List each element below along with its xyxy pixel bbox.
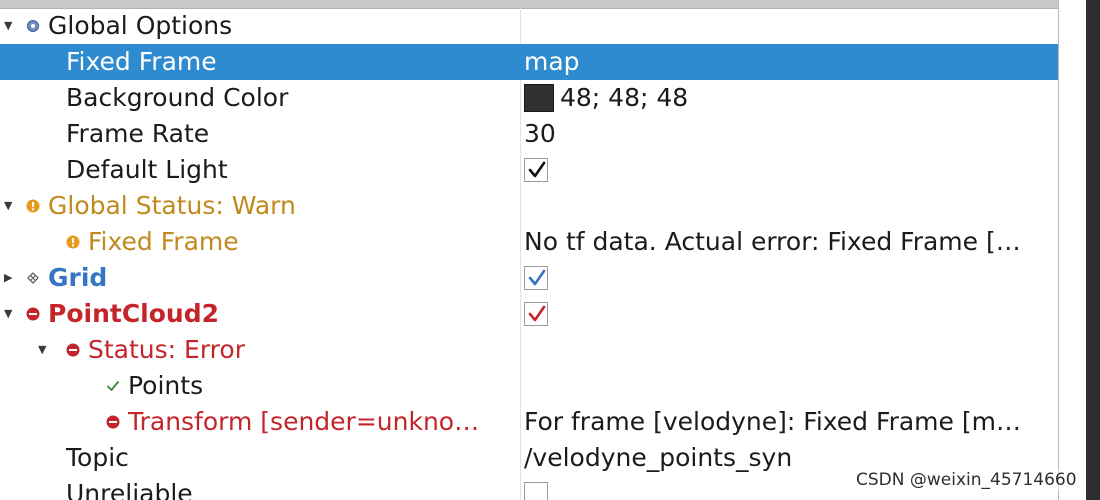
- status-label: Fixed Frame: [88, 227, 239, 256]
- status-message: No tf data. Actual error: Fixed Frame […: [524, 227, 1021, 256]
- fixed-frame-value[interactable]: map: [524, 44, 580, 80]
- grid-enable-value: [524, 260, 548, 296]
- grid-icon: [27, 272, 39, 284]
- checkmark-icon: [528, 161, 546, 178]
- tree-row-points[interactable]: Points: [0, 368, 1058, 404]
- tree-row-global-status[interactable]: ▼ Global Status: Warn: [0, 188, 1058, 224]
- frame-rate-value[interactable]: 30: [524, 116, 556, 152]
- error-icon: [26, 307, 40, 321]
- tree-row-frame-rate[interactable]: Frame Rate 30: [0, 116, 1058, 152]
- tree-item-label: Grid: [48, 263, 108, 292]
- tree-row-pointcloud2[interactable]: ▼ PointCloud2: [0, 296, 1058, 332]
- vertical-scrollbar[interactable]: [1086, 0, 1100, 500]
- tree-row-grid[interactable]: ▶ Grid: [0, 260, 1058, 296]
- tree-item-label: Global Options: [48, 11, 233, 40]
- status-label: Transform [sender=unkno…: [128, 407, 480, 436]
- checkmark-icon: [528, 305, 546, 322]
- tree-row-transform[interactable]: Transform [sender=unkno… For frame [velo…: [0, 404, 1058, 440]
- status-message: For frame [velodyne]: Fixed Frame [m…: [524, 407, 1021, 436]
- default-light-value: [524, 152, 548, 188]
- color-value-text: 48; 48; 48: [560, 83, 689, 112]
- tree-row-fixed-frame[interactable]: Fixed Frame map: [0, 44, 1058, 80]
- error-icon: [66, 343, 80, 357]
- tree-item-label: Global Status: Warn: [48, 191, 296, 220]
- tree-item-label: PointCloud2: [48, 299, 219, 328]
- background-color-value[interactable]: 48; 48; 48: [524, 80, 688, 116]
- property-label: Topic: [66, 443, 129, 472]
- error-icon: [106, 415, 120, 429]
- pointcloud2-enable-value: [524, 296, 548, 332]
- property-label: Unreliable: [66, 479, 193, 500]
- ok-check-icon: [107, 381, 119, 391]
- tree-row-background-color[interactable]: Background Color 48; 48; 48: [0, 80, 1058, 116]
- warning-icon: [26, 199, 40, 213]
- checkmark-icon: [528, 269, 546, 286]
- displays-panel: ▼ Global Options Fixed Frame map Backgro…: [0, 0, 1100, 500]
- watermark: CSDN @weixin_45714660: [856, 470, 1077, 490]
- property-label: Frame Rate: [66, 119, 210, 148]
- default-light-checkbox[interactable]: [524, 158, 548, 182]
- topic-value[interactable]: /velodyne_points_syn: [524, 440, 792, 476]
- expand-arrow-icon[interactable]: ▼: [4, 8, 12, 44]
- pointcloud2-enable-checkbox[interactable]: [524, 302, 548, 326]
- expand-arrow-icon[interactable]: ▼: [4, 296, 12, 332]
- tree-row-status-fixed-frame[interactable]: Fixed Frame No tf data. Actual error: Fi…: [0, 224, 1058, 260]
- unreliable-checkbox[interactable]: [524, 482, 548, 500]
- tree-row-status-error[interactable]: ▼ Status: Error: [0, 332, 1058, 368]
- status-label: Points: [128, 371, 204, 400]
- status-label: Status: Error: [88, 335, 245, 364]
- tree-row-default-light[interactable]: Default Light: [0, 152, 1058, 188]
- expand-arrow-icon[interactable]: ▼: [38, 332, 46, 368]
- unreliable-value: [524, 476, 548, 500]
- property-label: Default Light: [66, 155, 228, 184]
- color-swatch[interactable]: [524, 84, 554, 112]
- grid-enable-checkbox[interactable]: [524, 266, 548, 290]
- warning-icon: [66, 235, 80, 249]
- property-label: Background Color: [66, 83, 289, 112]
- display-tree: ▼ Global Options Fixed Frame map Backgro…: [0, 8, 1058, 500]
- gear-icon: [27, 20, 39, 32]
- tree-row-global-options[interactable]: ▼ Global Options: [0, 8, 1058, 44]
- expand-arrow-icon[interactable]: ▼: [4, 188, 12, 224]
- property-label: Fixed Frame: [66, 47, 217, 76]
- collapse-arrow-icon[interactable]: ▶: [4, 260, 12, 296]
